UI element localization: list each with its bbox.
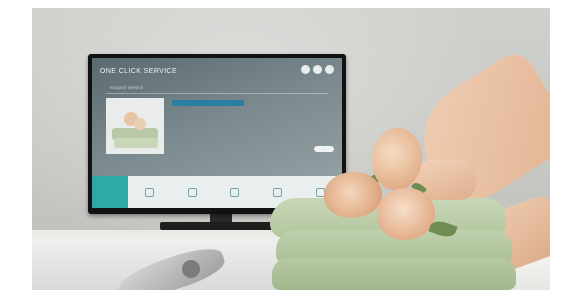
menu-row[interactable]	[252, 120, 324, 126]
menu-row[interactable]	[252, 100, 324, 106]
tile-icon	[144, 187, 154, 197]
hotel-room-photo: ONE CLICK SERVICE REQUEST SERVICE ...	[32, 8, 550, 290]
bar-item[interactable]	[171, 176, 214, 208]
menu-row[interactable]	[252, 130, 324, 136]
screen-header-buttons	[301, 65, 334, 74]
menu-row[interactable]	[172, 120, 244, 126]
remote-wheel	[182, 260, 200, 278]
more-button[interactable]: ...	[314, 146, 334, 152]
tile-icon	[230, 187, 240, 197]
menu-row[interactable]	[172, 140, 244, 146]
menu-row[interactable]	[172, 130, 244, 136]
tv-stand-base	[160, 222, 280, 230]
tile-icon	[187, 187, 197, 197]
circle-icon[interactable]	[313, 65, 322, 74]
menu-row[interactable]	[252, 110, 324, 116]
bar-item[interactable]	[128, 176, 171, 208]
home-tile[interactable]	[92, 176, 128, 208]
circle-icon[interactable]	[325, 65, 334, 74]
tab-divider	[106, 93, 328, 94]
rose-shape	[134, 118, 146, 130]
screen-title: ONE CLICK SERVICE	[100, 68, 178, 75]
bar-item[interactable]	[214, 176, 257, 208]
screen-tab[interactable]: REQUEST SERVICE	[110, 86, 143, 90]
towel	[272, 258, 516, 290]
menu-row-selected[interactable]	[172, 100, 244, 106]
scene: ONE CLICK SERVICE REQUEST SERVICE ...	[0, 0, 566, 295]
towel-shape	[114, 138, 158, 148]
circle-icon[interactable]	[301, 65, 310, 74]
towels-thumbnail	[106, 98, 164, 154]
menu-row[interactable]	[172, 110, 244, 116]
